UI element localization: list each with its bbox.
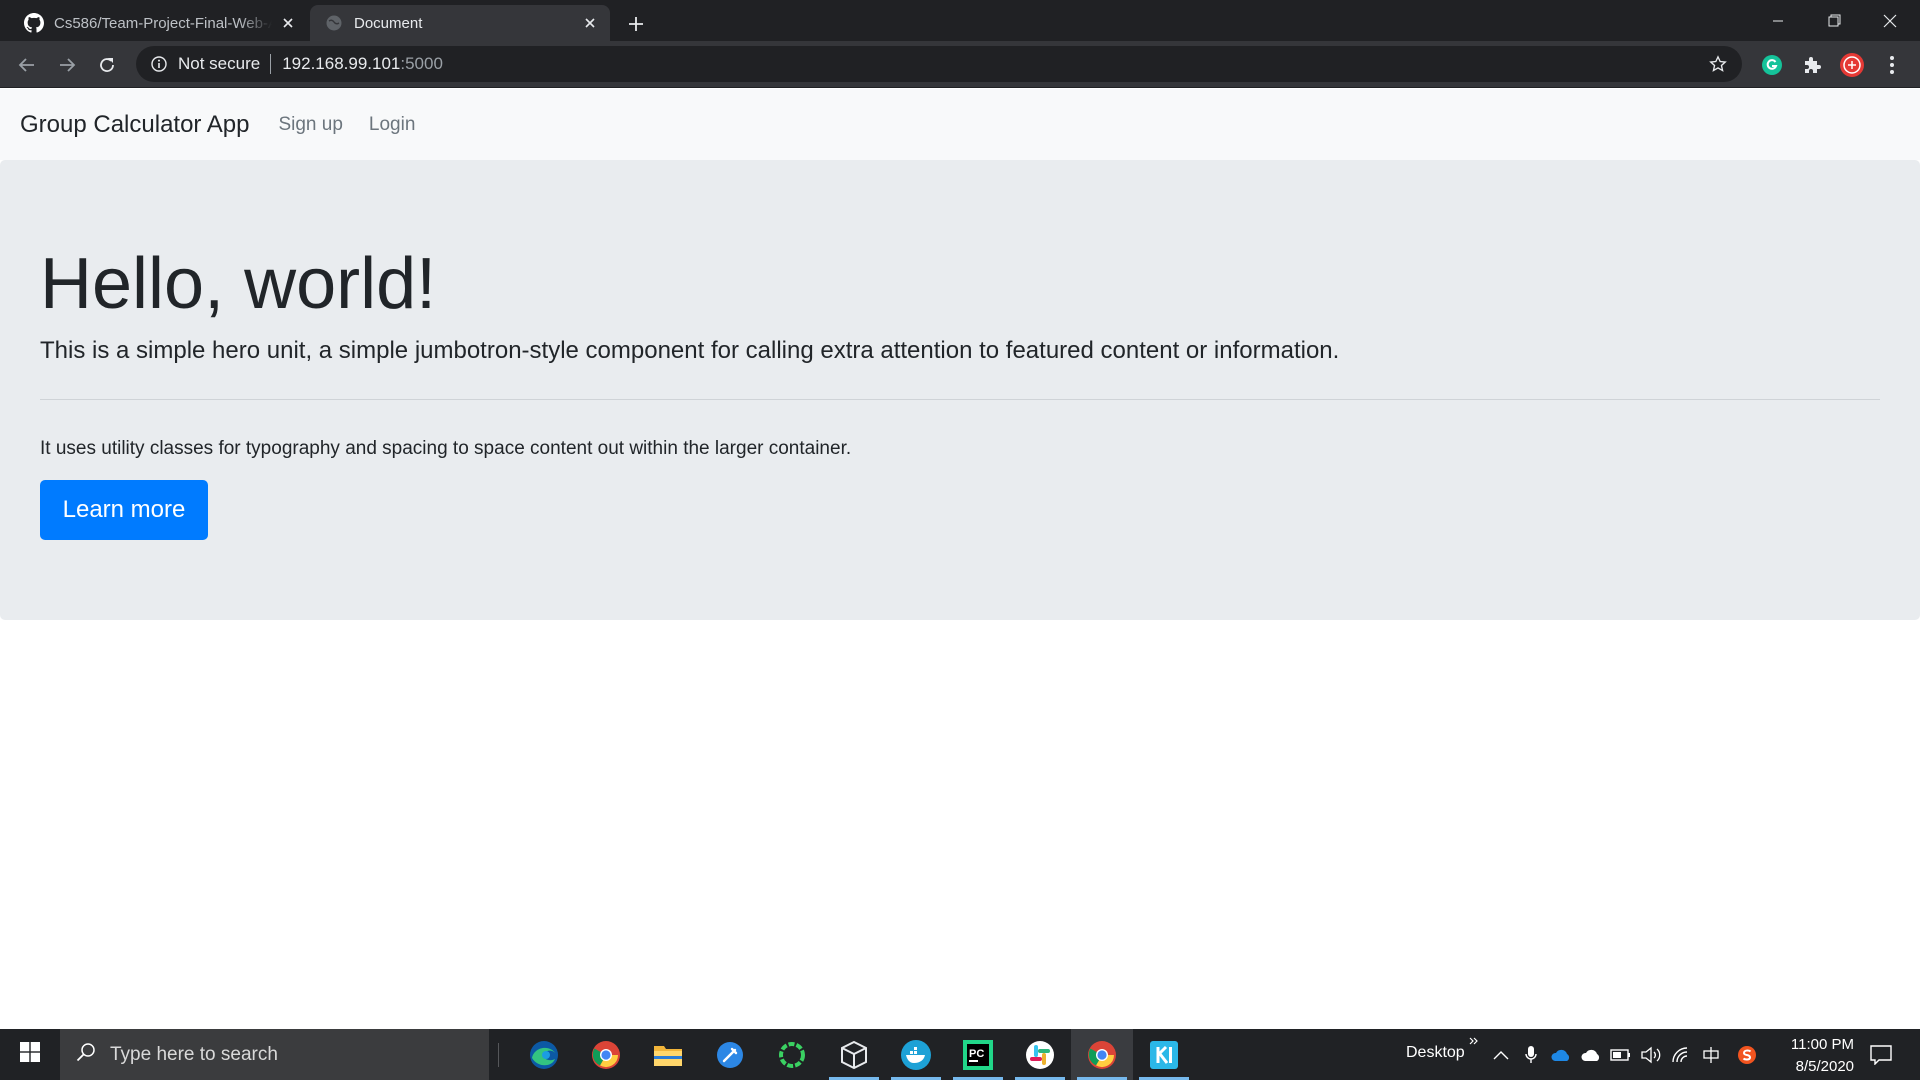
- browser-tab-strip: Cs586/Team-Project-Final-Web-App Documen…: [0, 0, 1920, 41]
- file-explorer-icon[interactable]: [637, 1029, 699, 1080]
- close-window-button[interactable]: [1862, 0, 1918, 41]
- address-bar[interactable]: Not secure 192.168.99.101 :5000: [136, 46, 1742, 82]
- reload-button[interactable]: [92, 50, 122, 80]
- windows-logo-icon: [20, 1042, 40, 1067]
- new-tab-button[interactable]: [622, 10, 650, 38]
- notifications-icon[interactable]: [1868, 1043, 1894, 1067]
- profile-avatar-icon[interactable]: [1839, 52, 1865, 78]
- tab-document[interactable]: Document: [310, 5, 610, 41]
- taskbar-search-box[interactable]: Type here to search: [60, 1029, 489, 1080]
- green-ring-icon[interactable]: [761, 1029, 823, 1080]
- desktop-toolbar-label[interactable]: Desktop: [1406, 1044, 1465, 1062]
- cloud-icon[interactable]: [1580, 1044, 1602, 1066]
- tab-github[interactable]: Cs586/Team-Project-Final-Web-App: [10, 5, 308, 41]
- divider: [270, 54, 272, 74]
- info-icon[interactable]: [150, 55, 168, 73]
- onedrive-icon[interactable]: [1550, 1044, 1572, 1066]
- nav-link-login[interactable]: Login: [369, 114, 416, 136]
- hero-divider: [40, 399, 1880, 400]
- search-placeholder: Type here to search: [110, 1043, 278, 1065]
- nav-link-signup[interactable]: Sign up: [278, 114, 342, 136]
- taskbar-clock[interactable]: 11:00 PM 8/5/2020: [1766, 1034, 1854, 1078]
- close-icon[interactable]: [580, 13, 600, 33]
- navbar-brand[interactable]: Group Calculator App: [20, 111, 249, 139]
- globe-icon: [324, 13, 344, 33]
- web-page: Group Calculator App Sign up Login Hello…: [0, 89, 1920, 1029]
- tab-title: Cs586/Team-Project-Final-Web-App: [54, 14, 272, 32]
- draw-icon[interactable]: [699, 1029, 761, 1080]
- jumbotron: Hello, world! This is a simple hero unit…: [0, 160, 1920, 620]
- kitematic-icon[interactable]: [1133, 1029, 1195, 1080]
- forward-button[interactable]: [52, 50, 82, 80]
- minimize-button[interactable]: [1750, 0, 1806, 41]
- back-button[interactable]: [12, 50, 42, 80]
- tab-title: Document: [354, 14, 423, 32]
- wifi-icon[interactable]: [1670, 1044, 1692, 1066]
- clock-time: 11:00 PM: [1790, 1036, 1854, 1053]
- chevron-up-icon[interactable]: [1490, 1044, 1512, 1066]
- github-icon: [24, 13, 44, 33]
- close-icon[interactable]: [278, 13, 298, 33]
- menu-icon[interactable]: [1879, 52, 1905, 78]
- input-method-icon[interactable]: [1700, 1044, 1722, 1066]
- slack-icon[interactable]: [1009, 1029, 1071, 1080]
- chrome-icon[interactable]: [575, 1029, 637, 1080]
- hero-body-text: It uses utility classes for typography a…: [40, 438, 852, 459]
- grammarly-icon[interactable]: [1759, 52, 1785, 78]
- security-label[interactable]: Not secure: [178, 54, 260, 74]
- search-icon: [76, 1042, 96, 1067]
- volume-icon[interactable]: [1640, 1044, 1662, 1066]
- url-port: :5000: [400, 54, 443, 73]
- docker-icon[interactable]: [885, 1029, 947, 1080]
- double-chevron-icon[interactable]: [1465, 1033, 1483, 1051]
- learn-more-button[interactable]: Learn more: [40, 480, 208, 540]
- pycharm-icon[interactable]: PC: [947, 1029, 1009, 1080]
- virtualbox-icon[interactable]: [823, 1029, 885, 1080]
- windows-taskbar: Type here to search PC Desktop 11:00 PM …: [0, 1029, 1920, 1080]
- hero-heading: Hello, world!: [40, 244, 437, 324]
- site-navbar: Group Calculator App Sign up Login: [0, 89, 1920, 160]
- svg-text:PC: PC: [969, 1048, 984, 1060]
- chrome-icon[interactable]: [1071, 1029, 1133, 1080]
- divider: [498, 1043, 499, 1067]
- microphone-icon[interactable]: [1520, 1044, 1542, 1066]
- extensions-icon[interactable]: [1799, 52, 1825, 78]
- browser-toolbar: Not secure 192.168.99.101 :5000: [0, 41, 1920, 88]
- start-button[interactable]: [0, 1029, 60, 1080]
- hero-lead: This is a simple hero unit, a simple jum…: [40, 337, 1340, 364]
- bookmark-star-icon[interactable]: [1708, 54, 1728, 74]
- clock-date: 8/5/2020: [1795, 1058, 1854, 1075]
- url-host: 192.168.99.101: [282, 54, 401, 73]
- sogou-icon[interactable]: [1736, 1044, 1758, 1066]
- edge-icon[interactable]: [513, 1029, 575, 1080]
- restore-button[interactable]: [1806, 0, 1862, 41]
- battery-icon[interactable]: [1610, 1044, 1632, 1066]
